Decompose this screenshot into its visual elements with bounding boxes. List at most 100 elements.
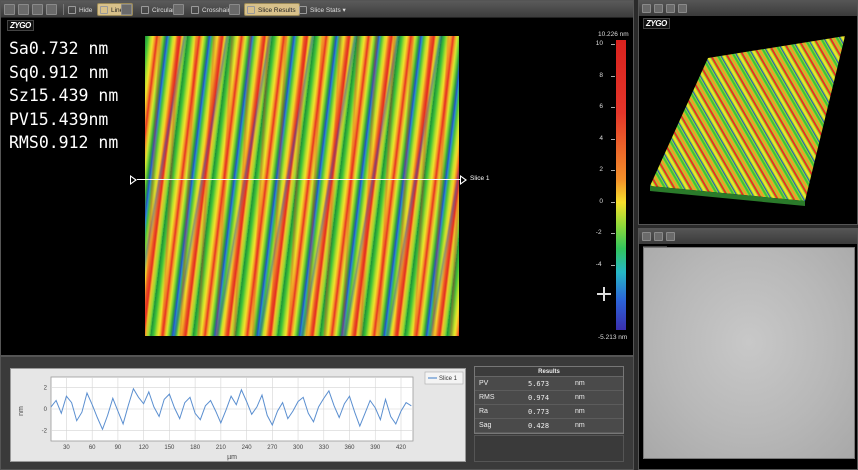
x-tick-label: 120 [139,445,150,451]
result-unit: nm [575,408,585,415]
colorbar-tick [611,233,615,234]
stats-overlay: Sa0.732 nm Sq0.912 nm Sz15.439 nm PV15.4… [9,37,118,155]
x-tick-label: 90 [115,445,122,451]
surface-3d-plot[interactable] [650,36,850,206]
stat-sz: Sz15.439 nm [9,84,118,108]
colorbar-max-label: 10.226 nm [598,31,629,38]
x-tick-label: 360 [345,445,356,451]
rotate-icon[interactable] [654,4,663,13]
results-table: Results PV 5.673 nm RMS 0.974 nm Ra 0.773 nm S… [474,366,624,434]
x-tick-label: 210 [216,445,227,451]
colorbar-tick-label: 10 [595,40,604,47]
y-axis-label: nm [18,406,25,416]
x-axis-label: µm [227,454,237,461]
slice-label: Slice 1 [470,175,490,182]
result-value: 0.773 [528,408,550,416]
settings-icon[interactable] [666,232,675,241]
colorbar-tick-label: 0 [599,197,604,205]
view-icon[interactable] [642,4,651,13]
result-value: 0.974 [528,394,550,402]
map-toolbar: Hide Linear Circular Crosshair Slice Res… [1,1,633,18]
result-name: RMS [479,394,495,401]
stat-value: 15.439 nm [28,86,119,105]
colorbar-tick [611,138,615,140]
stat-value: 15.439nm [28,109,109,129]
x-tick-label: 390 [370,445,381,451]
circular-icon [141,6,149,14]
export-icon[interactable] [678,4,687,13]
handle-horizontal [597,293,611,295]
slice-stats-icon [299,6,307,14]
slice-results-button[interactable]: Slice Results [244,3,300,16]
map-texture [145,36,459,336]
stat-rms: RMS0.912 nm [9,131,118,155]
surface-height-map[interactable] [145,36,459,336]
stat-value: 0.912 nm [38,133,119,152]
export-icon[interactable] [46,4,57,15]
zoom-icon[interactable] [18,4,29,15]
color-scale-bar [616,40,626,330]
stat-value: 0.732 nm [28,39,109,58]
result-unit: nm [575,394,585,401]
colorbar-tick [611,44,615,45]
y-tick-label: 2 [44,386,48,392]
x-tick-label: 270 [267,445,278,451]
y-tick-label: 0 [44,407,48,413]
colorbar-tick-label: 8 [599,71,604,79]
x-tick-label: 150 [164,445,175,451]
result-row-ra: Ra 0.773 nm [475,405,623,419]
3d-toolbar [639,1,857,16]
y-tick-label: -2 [42,428,48,434]
slice-start-handle[interactable] [130,175,137,185]
x-tick-label: 60 [89,445,96,451]
x-tick-label: 300 [293,445,304,451]
linear-icon [100,6,108,14]
circle-tool-icon[interactable] [173,4,184,15]
result-name: Ra [479,408,488,415]
crosshair-button[interactable]: Crosshair [188,3,234,16]
x-tick-label: 240 [242,445,253,451]
stat-sa: Sa0.732 nm [9,37,118,61]
result-value: 5.673 [528,380,550,388]
stat-name: Sa [9,39,29,58]
slice-results-icon [247,6,255,14]
colorbar-tick [611,264,615,266]
result-row-sag: Sag 0.428 nm [475,419,623,433]
view-icon[interactable] [642,232,651,241]
stat-pv: PV15.439nm [9,108,118,132]
move-handle-icon[interactable] [597,287,611,301]
view-icon[interactable] [4,4,15,15]
colorbar-tick-label: -4 [595,260,602,268]
slice-stats-button[interactable]: Slice Stats ▾ [296,3,350,16]
pencil-icon[interactable] [121,4,132,15]
cross-tool-icon[interactable] [229,4,240,15]
toolbar-divider [63,4,64,15]
color-icon[interactable] [666,4,675,13]
surface-3d-top [650,36,845,201]
camera-image[interactable] [643,247,855,459]
stat-name: Sz [9,86,29,105]
stat-name: RMS [9,133,39,152]
settings-icon[interactable] [32,4,43,15]
zoom-icon[interactable] [654,232,663,241]
legend-label: Slice 1 [439,376,458,382]
stat-name: PV [9,109,29,129]
result-name: PV [479,380,489,387]
colorbar-tick-label: 2 [599,166,604,173]
result-unit: nm [575,422,585,429]
colorbar-tick-label: 6 [599,103,604,110]
hide-button[interactable]: Hide [65,3,96,16]
result-unit: nm [575,380,585,387]
colorbar-tick [611,107,615,108]
result-row-pv: PV 5.673 nm [475,377,623,391]
slice-stats-label: Slice Stats [310,7,341,14]
stat-value: 0.912 nm [28,62,109,82]
slice-line[interactable] [137,179,461,180]
slice-end-handle[interactable] [460,175,467,185]
zygo-logo: ZYGO [7,20,34,31]
x-tick-label: 330 [319,445,330,451]
x-tick-label: 420 [396,445,407,451]
results-title: Results [475,367,623,377]
result-row-rms: RMS 0.974 nm [475,391,623,405]
stat-sq: Sq0.912 nm [9,61,118,85]
